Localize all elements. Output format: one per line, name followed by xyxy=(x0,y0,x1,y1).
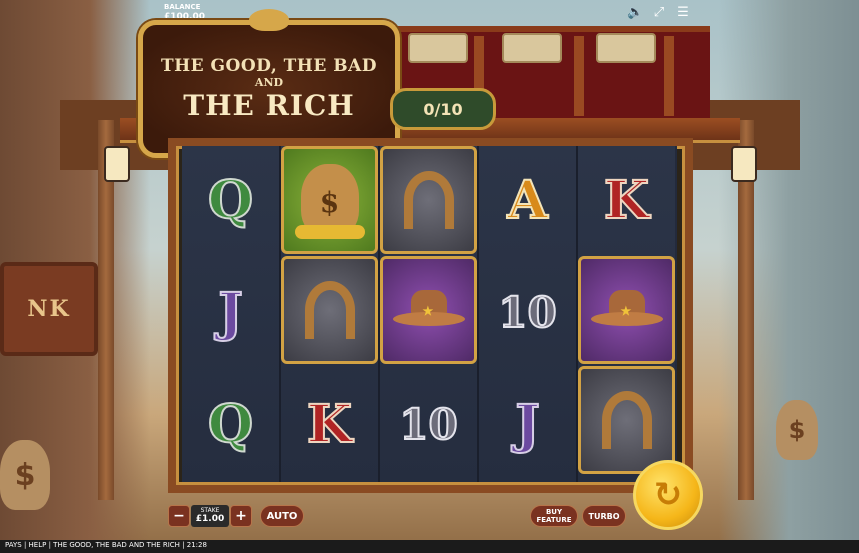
logo-title-line3: THE RICH xyxy=(183,89,355,122)
roof-beam xyxy=(574,36,584,116)
logo-title-line1: THE GOOD, THE BAD xyxy=(160,56,378,76)
reel-1: Q J Q xyxy=(182,146,281,482)
left-lantern-icon xyxy=(104,146,130,182)
spin-button[interactable]: ↻ xyxy=(633,460,703,530)
turbo-button[interactable]: TURBO xyxy=(582,505,626,527)
symbol-k: K xyxy=(306,393,353,456)
menu-icon[interactable]: ☰ xyxy=(675,5,691,21)
top-bar: BALANCE £100.00 🔈 ⤢ ☰ xyxy=(0,0,859,26)
footer-text[interactable]: PAYS | HELP | THE GOOD, THE BAD AND THE … xyxy=(5,541,207,549)
stake-decrease-button[interactable]: − xyxy=(168,505,190,527)
stake-value: £1.00 xyxy=(195,514,225,524)
stake-increase-button[interactable]: + xyxy=(230,505,252,527)
money-sack-right-icon: $ xyxy=(776,400,818,460)
roof-scroll xyxy=(502,33,562,63)
feature-counter: 0/10 xyxy=(390,88,496,130)
fullscreen-icon[interactable]: ⤢ xyxy=(651,5,667,21)
money-sack-left-icon: $ xyxy=(0,440,50,510)
reel-3: ★ 10 xyxy=(380,146,479,482)
symbol-q: Q xyxy=(207,393,254,456)
logo-title-line2: AND xyxy=(254,76,284,89)
money-bag-symbol-icon xyxy=(281,146,378,254)
symbol-10: 10 xyxy=(398,399,458,450)
horseshoe-symbol-icon xyxy=(380,146,477,254)
roof-scroll xyxy=(408,33,468,63)
reel-5: K ★ xyxy=(578,146,675,482)
reel-area: Q J Q K ★ 10 A 10 J K ★ xyxy=(182,146,677,482)
roof-beam xyxy=(664,36,674,116)
horseshoe-symbol-icon xyxy=(281,256,378,364)
horseshoe-symbol-icon xyxy=(578,366,675,474)
stake-label: STAKE xyxy=(200,507,220,514)
symbol-j: J xyxy=(514,393,541,456)
speaker-icon[interactable]: 🔈 xyxy=(627,5,643,21)
cowboy-hat-symbol-icon: ★ xyxy=(380,256,477,364)
symbol-j: J xyxy=(217,281,244,344)
right-lantern-icon xyxy=(731,146,757,182)
symbol-10: 10 xyxy=(497,287,557,338)
reel-2: K xyxy=(281,146,380,482)
stake-display: STAKE £1.00 xyxy=(191,505,229,527)
reel-4: A 10 J xyxy=(479,146,578,482)
footer-bar: PAYS | HELP | THE GOOD, THE BAD AND THE … xyxy=(0,540,859,553)
symbol-a: A xyxy=(506,169,548,232)
bull-skull-icon xyxy=(249,9,289,31)
balance-label: BALANCE xyxy=(164,3,201,11)
symbol-q: Q xyxy=(207,169,254,232)
auto-button[interactable]: AUTO xyxy=(260,505,304,527)
spin-arrows-icon: ↻ xyxy=(653,475,683,515)
roof-scroll xyxy=(596,33,656,63)
buy-feature-button[interactable]: BUY FEATURE xyxy=(530,505,578,527)
bank-sign: NK xyxy=(0,262,98,356)
cowboy-hat-symbol-icon: ★ xyxy=(578,256,675,364)
symbol-k: K xyxy=(603,169,650,232)
